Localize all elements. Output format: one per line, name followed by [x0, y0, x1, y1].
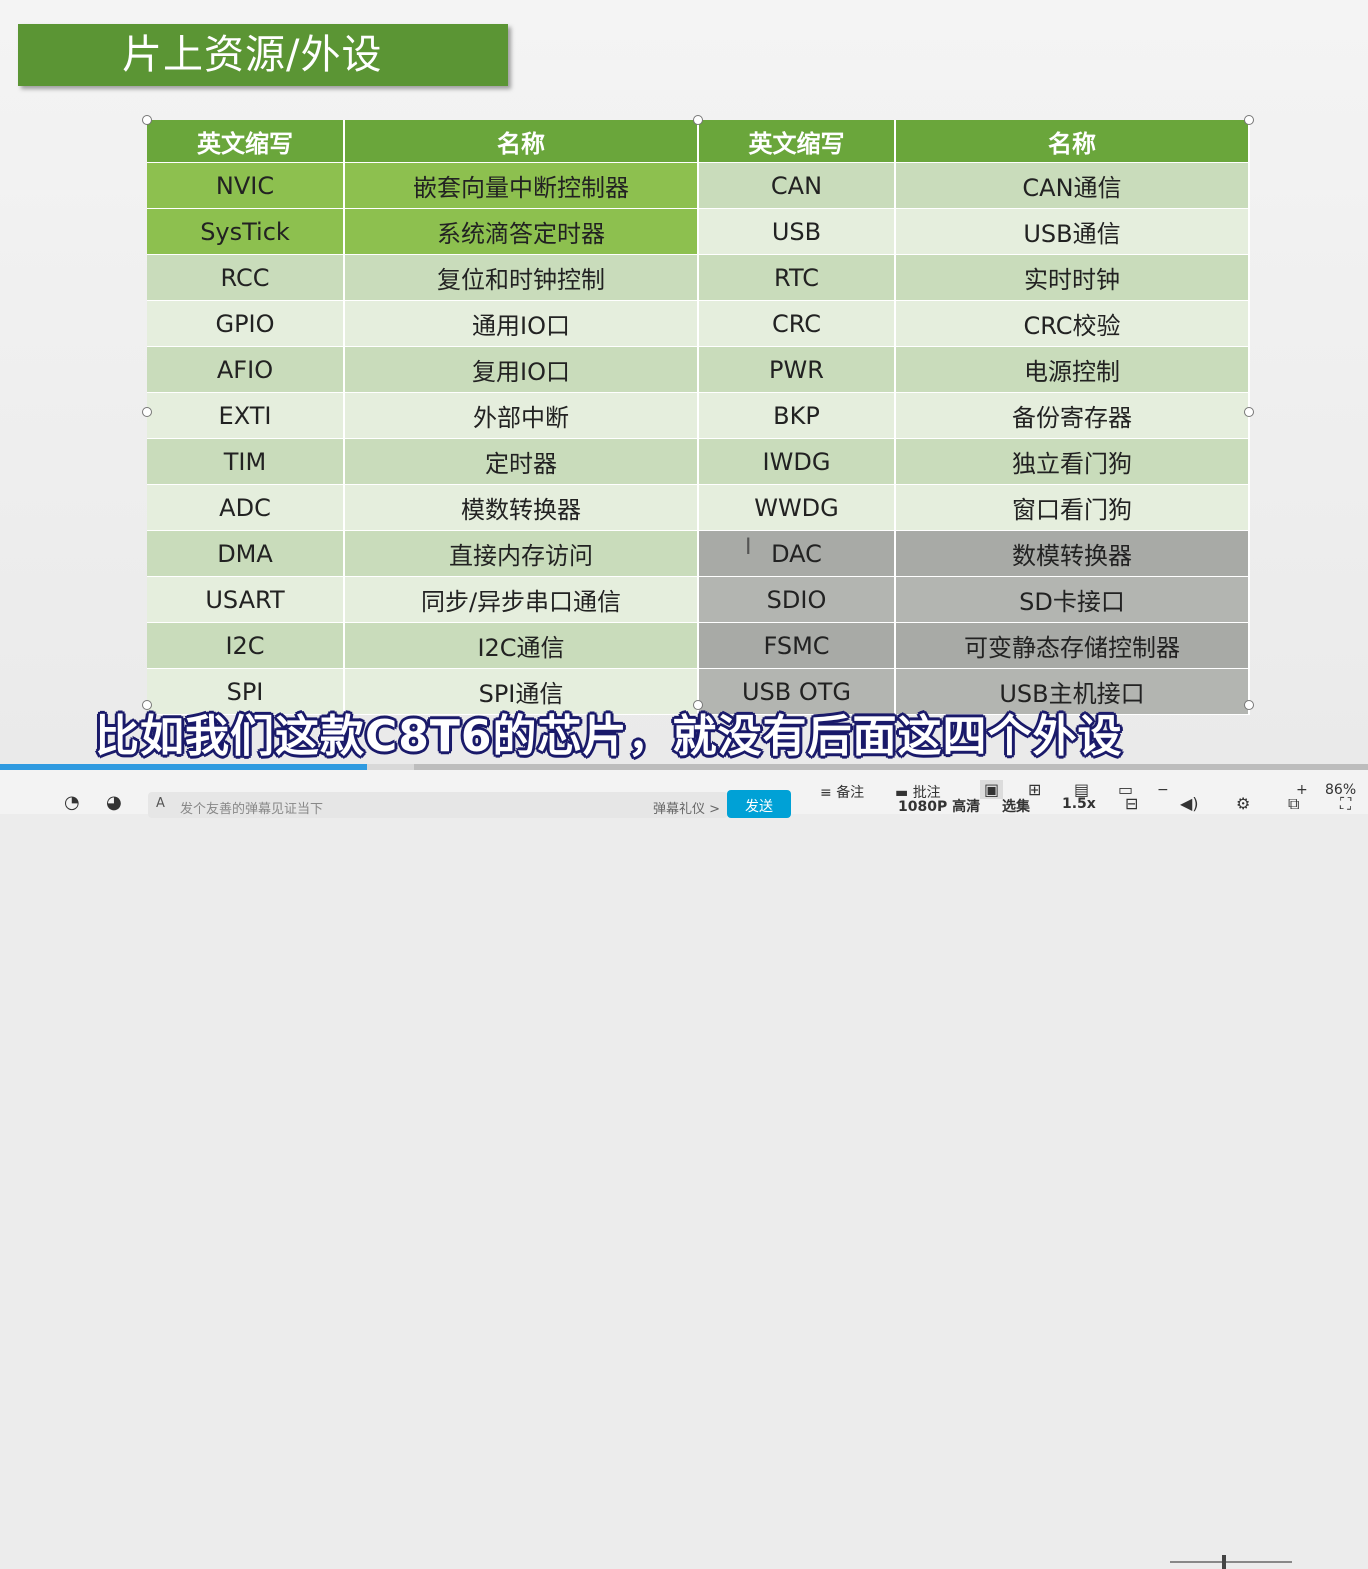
table-row: NVIC 嵌套向量中断控制器 CAN CAN通信: [147, 162, 1250, 209]
header-abbr-1: 英文缩写: [147, 120, 345, 163]
cell-abbreviation: AFIO: [147, 346, 345, 393]
resize-handle[interactable]: [142, 115, 152, 125]
cell-abbreviation: CAN: [698, 162, 896, 209]
table-row: ADC 模数转换器 WWDG 窗口看门狗: [147, 484, 1250, 531]
settings-icon[interactable]: ⚙: [1236, 794, 1250, 813]
table-row: EXTI 外部中断 BKP 备份寄存器: [147, 392, 1250, 439]
cell-abbreviation: IWDG: [698, 438, 896, 485]
quality-button[interactable]: 1080P 高清: [898, 796, 980, 816]
video-subtitle: 比如我们这款C8T6的芯片，就没有后面这四个外设: [95, 711, 1123, 762]
cell-name: CAN通信: [895, 162, 1250, 209]
layout-single-icon[interactable]: ▣: [980, 780, 1004, 799]
cell-abbreviation: RTC: [698, 254, 896, 301]
danmu-style-icon[interactable]: A: [156, 796, 165, 811]
cell-name: 外部中断: [344, 392, 699, 439]
cell-name: 复用IO口: [344, 346, 699, 393]
cell-name: SD卡接口: [895, 576, 1250, 623]
header-name-1: 名称: [344, 120, 699, 163]
notes-label: 备注: [836, 785, 865, 801]
cell-name: 窗口看门狗: [895, 484, 1250, 531]
cell-name: 通用IO口: [344, 300, 699, 347]
table-row: I2C I2C通信 FSMC 可变静态存储控制器: [147, 622, 1250, 669]
resize-handle[interactable]: [1244, 115, 1254, 125]
cell-abbreviation: PWR: [698, 346, 896, 393]
zoom-slider-knob[interactable]: [1222, 1555, 1227, 1569]
table-row: TIM 定时器 IWDG 独立看门狗: [147, 438, 1250, 485]
cell-abbreviation: BKP: [698, 392, 896, 439]
cell-abbreviation: DMA: [147, 530, 345, 577]
table-row: AFIO 复用IO口 PWR 电源控制: [147, 346, 1250, 393]
cell-name: 复位和时钟控制: [344, 254, 699, 301]
cell-name: CRC校验: [895, 300, 1250, 347]
danmu-toggle-icon[interactable]: ◔: [64, 792, 80, 813]
cell-abbreviation: DAC: [698, 530, 896, 577]
cell-name: 同步/异步串口通信: [344, 576, 699, 623]
cell-name: 直接内存访问: [344, 530, 699, 577]
resize-handle[interactable]: [1244, 407, 1254, 417]
resize-handle[interactable]: [142, 407, 152, 417]
cell-name: USB通信: [895, 208, 1250, 255]
table-row: RCC 复位和时钟控制 RTC 实时时钟: [147, 254, 1250, 301]
cell-abbreviation: TIM: [147, 438, 345, 485]
subtitle-icon[interactable]: ⊟: [1125, 794, 1138, 813]
cell-abbreviation: USART: [147, 576, 345, 623]
cell-name: 嵌套向量中断控制器: [344, 162, 699, 209]
table-row: USART 同步/异步串口通信 SDIO SD卡接口: [147, 576, 1250, 623]
cell-name: I2C通信: [344, 622, 699, 669]
text-cursor-icon: I: [745, 535, 752, 560]
cell-abbreviation: I2C: [147, 622, 345, 669]
cell-name: 实时时钟: [895, 254, 1250, 301]
cell-abbreviation: WWDG: [698, 484, 896, 531]
cell-abbreviation: CRC: [698, 300, 896, 347]
table-header-row: 英文缩写 名称 英文缩写 名称: [147, 120, 1250, 163]
cell-name: 模数转换器: [344, 484, 699, 531]
zoom-slider[interactable]: [1170, 1555, 1292, 1569]
cell-abbreviation: EXTI: [147, 392, 345, 439]
cell-abbreviation: FSMC: [698, 622, 896, 669]
table-row: SysTick 系统滴答定时器 USB USB通信: [147, 208, 1250, 255]
cell-name: 电源控制: [895, 346, 1250, 393]
table-row: DMA 直接内存访问 DAC 数模转换器: [147, 530, 1250, 577]
cell-abbreviation: SysTick: [147, 208, 345, 255]
cell-abbreviation: SDIO: [698, 576, 896, 623]
peripheral-table-wrap[interactable]: 英文缩写 名称 英文缩写 名称 NVIC 嵌套向量中断控制器 CAN CAN通信 Sys…: [147, 120, 1250, 715]
cell-abbreviation: GPIO: [147, 300, 345, 347]
cell-abbreviation: NVIC: [147, 162, 345, 209]
danmu-settings-icon[interactable]: ◕: [106, 792, 122, 813]
pip-icon[interactable]: ⧉: [1288, 794, 1299, 814]
danmu-input[interactable]: A 发个友善的弹幕见证当下 弹幕礼仪 >: [148, 792, 728, 818]
resize-handle[interactable]: [693, 115, 703, 125]
danmu-placeholder: 发个友善的弹幕见证当下: [180, 802, 324, 817]
notes-button[interactable]: ≡ 备注: [820, 782, 864, 802]
cell-name: 备份寄存器: [895, 392, 1250, 439]
fullscreen-icon[interactable]: ⛶: [1340, 794, 1351, 814]
danmu-etiquette-link[interactable]: 弹幕礼仪 >: [653, 798, 720, 817]
cell-name: 可变静态存储控制器: [895, 622, 1250, 669]
cell-abbreviation: ADC: [147, 484, 345, 531]
header-name-2: 名称: [895, 120, 1250, 163]
cell-name: 系统滴答定时器: [344, 208, 699, 255]
cell-abbreviation: RCC: [147, 254, 345, 301]
notes-icon: ≡: [820, 785, 837, 801]
zoom-out-icon[interactable]: −: [1157, 782, 1169, 798]
slide-title: 片上资源/外设: [18, 24, 508, 86]
peripheral-table: 英文缩写 名称 英文缩写 名称 NVIC 嵌套向量中断控制器 CAN CAN通信 Sys…: [147, 120, 1250, 715]
cell-abbreviation: USB: [698, 208, 896, 255]
layout-grid-icon[interactable]: ⊞: [1028, 780, 1041, 799]
volume-icon[interactable]: ◀): [1180, 794, 1199, 813]
speed-button[interactable]: 1.5x: [1062, 796, 1096, 812]
episodes-button[interactable]: 选集: [1002, 796, 1030, 816]
cell-name: 数模转换器: [895, 530, 1250, 577]
table-row: GPIO 通用IO口 CRC CRC校验: [147, 300, 1250, 347]
resize-handle[interactable]: [1244, 700, 1254, 710]
cell-name: 定时器: [344, 438, 699, 485]
cell-name: 独立看门狗: [895, 438, 1250, 485]
header-abbr-2: 英文缩写: [698, 120, 896, 163]
slide: 片上资源/外设 英文缩写 名称 英文缩写 名称 NVIC 嵌套向量中断控制器 CAN…: [0, 0, 1368, 768]
